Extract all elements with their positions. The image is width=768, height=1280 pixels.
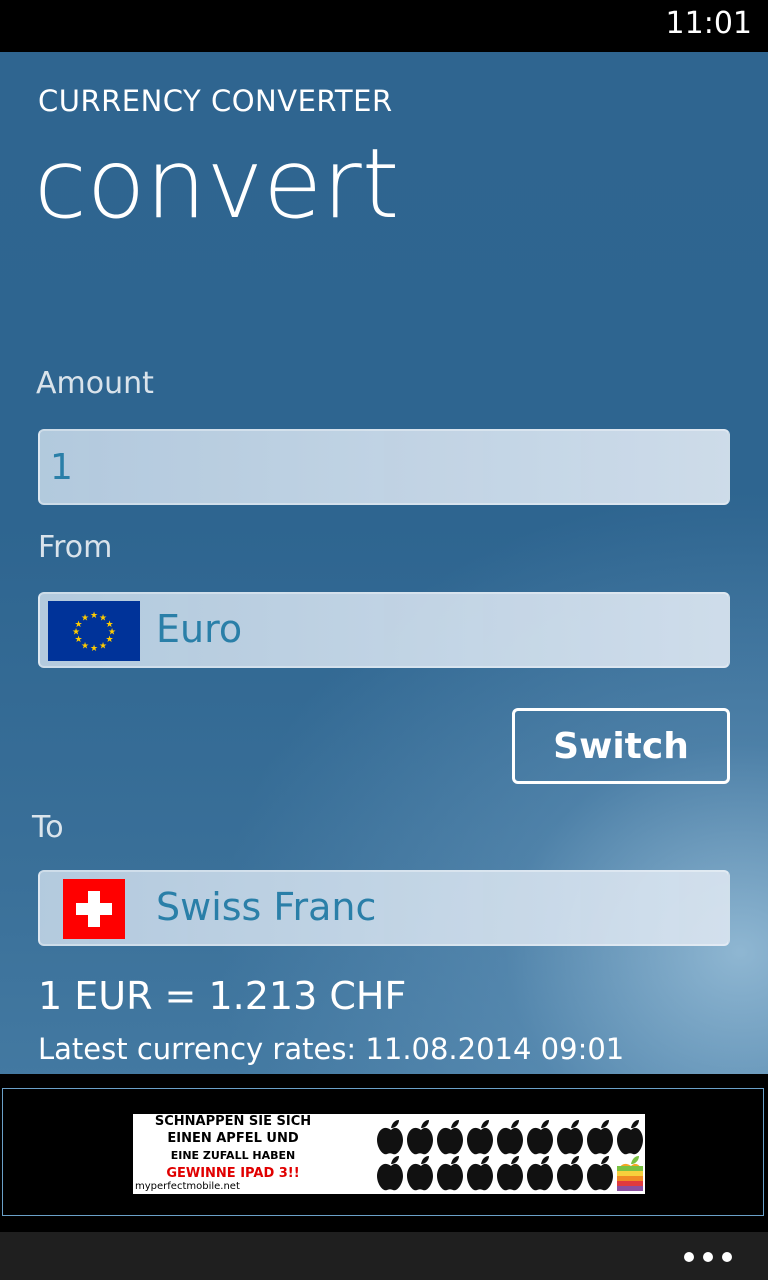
amount-field[interactable]	[38, 429, 730, 505]
to-label: To	[32, 810, 64, 845]
ad-line-2: EINEN APFEL UND	[167, 1131, 299, 1146]
svg-text:★: ★	[99, 642, 107, 652]
switch-button[interactable]: Switch	[512, 708, 730, 784]
swiss-flag-icon	[63, 879, 125, 939]
status-bar: 11:01	[0, 0, 768, 52]
conversion-result: 1 EUR = 1.213 CHF	[38, 974, 407, 1018]
to-currency-picker[interactable]: Swiss Franc	[38, 870, 730, 946]
to-currency-name: Swiss Franc	[156, 885, 377, 929]
ad-banner[interactable]: SCHNAPPEN SIE SICH EINEN APFEL UND EINE …	[133, 1114, 645, 1194]
amount-label: Amount	[36, 366, 154, 401]
ad-banner-frame: SCHNAPPEN SIE SICH EINEN APFEL UND EINE …	[2, 1088, 764, 1216]
more-dots-icon[interactable]	[684, 1242, 734, 1270]
ad-line-1: SCHNAPPEN SIE SICH	[154, 1114, 312, 1129]
page-title: convert	[34, 128, 400, 240]
from-currency-name: Euro	[156, 607, 243, 651]
svg-text:★: ★	[90, 611, 98, 621]
ad-line-4: GEWINNE IPAD 3!!	[166, 1166, 300, 1181]
amount-input[interactable]	[40, 431, 728, 503]
eu-flag-icon: ★ ★ ★ ★ ★ ★ ★ ★ ★ ★ ★ ★	[48, 601, 140, 661]
rates-timestamp: Latest currency rates: 11.08.2014 09:01	[38, 1032, 625, 1066]
ad-site: myperfectmobile.net	[135, 1181, 240, 1192]
app-bar	[0, 1232, 768, 1280]
ad-line-3: EINE ZUFALL HABEN	[170, 1149, 296, 1162]
dot	[703, 1252, 713, 1262]
ad-area: SCHNAPPEN SIE SICH EINEN APFEL UND EINE …	[0, 1074, 768, 1232]
from-label: From	[38, 530, 113, 565]
dot	[722, 1252, 732, 1262]
svg-text:★: ★	[81, 614, 89, 624]
from-currency-picker[interactable]: ★ ★ ★ ★ ★ ★ ★ ★ ★ ★ ★ ★ Euro	[38, 592, 730, 668]
clock: 11:01	[665, 6, 752, 41]
dot	[684, 1252, 694, 1262]
svg-text:★: ★	[90, 644, 98, 654]
app-title: CURRENCY CONVERTER	[38, 84, 393, 118]
apple-grid-icon	[375, 1116, 645, 1192]
app-page: CURRENCY CONVERTER convert Amount From ★…	[0, 52, 768, 1232]
